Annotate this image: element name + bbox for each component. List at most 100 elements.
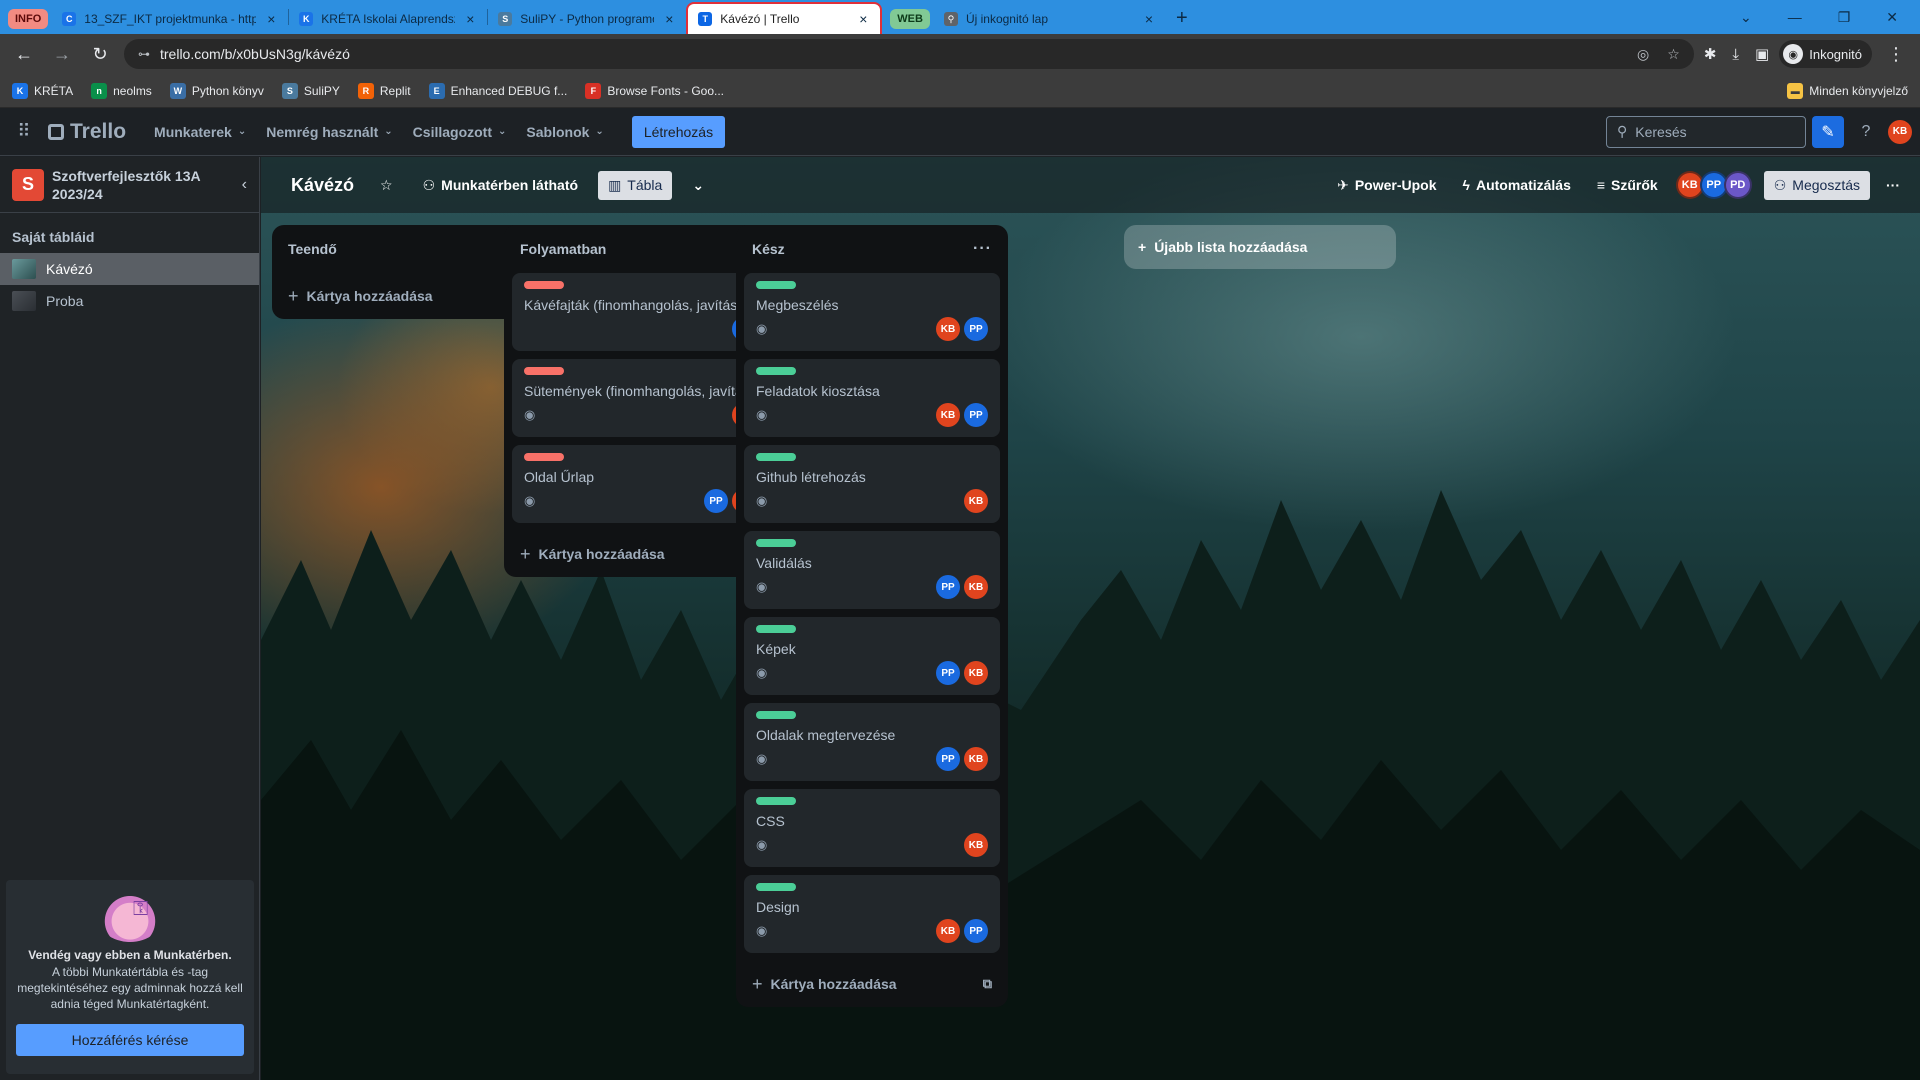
add-list-button[interactable]: + Újabb lista hozzáadása [1124, 225, 1396, 269]
add-card-button[interactable]: +Kártya hozzáadása⧉ [512, 531, 768, 577]
member-avatar[interactable]: PP [964, 919, 988, 943]
tab-close-icon[interactable]: × [1142, 11, 1156, 27]
card-label[interactable] [756, 883, 796, 891]
tab-close-icon[interactable]: × [856, 11, 870, 27]
member-avatar[interactable]: PP [964, 403, 988, 427]
tab-group-label[interactable]: INFO [8, 9, 49, 29]
collapse-sidebar-icon[interactable]: ‹ [242, 176, 247, 194]
search-input[interactable]: ⚲ Keresés [1606, 115, 1806, 148]
add-card-button[interactable]: +Kártya hozzáadása⧉ [744, 961, 1000, 1007]
bookmark-item[interactable]: R Replit [357, 82, 411, 99]
app-switcher-icon[interactable]: ⠿ [12, 121, 36, 142]
browser-tab[interactable]: K KRÉTA Iskolai Alaprendszer × [289, 4, 487, 34]
card[interactable]: Design ◉ KB PP [744, 875, 1000, 953]
forward-button[interactable]: → [48, 44, 76, 65]
bookmark-star-icon[interactable]: ☆ [1667, 46, 1680, 63]
list-title[interactable]: Kész [752, 241, 785, 257]
tab-close-icon[interactable]: × [264, 11, 278, 27]
card-label[interactable] [756, 453, 796, 461]
new-tab-button[interactable]: + [1166, 7, 1198, 34]
extensions-icon[interactable]: ✱ [1704, 45, 1717, 63]
card-label[interactable] [524, 453, 564, 461]
member-avatar[interactable]: PP [936, 747, 960, 771]
browser-tab[interactable]: S SuliPY - Python programozás ke × [488, 4, 686, 34]
list-title[interactable]: Folyamatban [520, 241, 606, 257]
side-panel-icon[interactable]: ▣ [1755, 45, 1769, 63]
member-avatar[interactable]: PD [1723, 171, 1752, 199]
tab-group-label[interactable]: WEB [890, 9, 930, 29]
request-access-button[interactable]: Hozzáférés kérése [16, 1024, 244, 1056]
member-avatar[interactable]: KB [964, 833, 988, 857]
sidebar-board-item[interactable]: Kávézó [0, 253, 259, 285]
member-avatar[interactable]: PP [936, 661, 960, 685]
site-info-icon[interactable]: ⊶ [138, 47, 150, 61]
tab-close-icon[interactable]: × [662, 11, 676, 27]
notifications-icon[interactable]: ✎ [1812, 115, 1844, 148]
eye-off-icon[interactable]: ◎ [1637, 46, 1649, 63]
member-avatar[interactable]: KB [964, 747, 988, 771]
trello-logo[interactable]: Trello [48, 120, 126, 144]
tab-search-icon[interactable]: ⌄ [1740, 9, 1752, 26]
header-menu-nemrég-használt[interactable]: Nemrég használt ⌄ [256, 116, 402, 148]
all-bookmarks[interactable]: ▬ Minden könyvjelző [1787, 82, 1908, 99]
visibility-button[interactable]: ⚇ Munkatérben látható [413, 171, 588, 200]
card[interactable]: Feladatok kiosztása ◉ KB PP [744, 359, 1000, 437]
power-ups-button[interactable]: ✈ Power-Upok [1327, 171, 1446, 200]
bookmark-item[interactable]: K KRÉTA [12, 82, 73, 99]
automation-button[interactable]: ϟ Automatizálás [1453, 171, 1581, 199]
header-menu-sablonok[interactable]: Sablonok ⌄ [516, 116, 613, 148]
card[interactable]: Sütemények (finomhangolás, javítás) ◉KB [512, 359, 768, 437]
bookmark-item[interactable]: W Python könyv [169, 82, 264, 99]
bookmark-item[interactable]: F Browse Fonts - Goo... [585, 82, 724, 99]
member-avatar[interactable]: PP [936, 575, 960, 599]
list-menu-icon[interactable]: ··· [973, 240, 992, 258]
share-button[interactable]: ⚇ Megosztás [1763, 170, 1870, 200]
card-template-icon[interactable]: ⧉ [983, 976, 992, 992]
card[interactable]: Validálás ◉ PP KB [744, 531, 1000, 609]
board-menu-icon[interactable]: ··· [1876, 171, 1910, 199]
header-menu-munkaterek[interactable]: Munkaterek ⌄ [144, 116, 256, 148]
url-input[interactable]: ⊶ trello.com/b/x0bUsN3g/kávézó ◎ ☆ [124, 39, 1694, 69]
star-board-icon[interactable]: ☆ [370, 171, 403, 200]
card[interactable]: Megbeszélés ◉ KB PP [744, 273, 1000, 351]
member-avatar[interactable]: KB [964, 661, 988, 685]
card[interactable]: Github létrehozás ◉ KB [744, 445, 1000, 523]
card[interactable]: CSS ◉ KB [744, 789, 1000, 867]
incognito-badge[interactable]: ◉ Inkognitó [1779, 40, 1872, 68]
member-avatar[interactable]: KB [936, 317, 960, 341]
card-label[interactable] [756, 281, 796, 289]
member-avatar[interactable]: KB [936, 403, 960, 427]
browser-tab[interactable]: T Kávézó | Trello × [686, 2, 883, 34]
card[interactable]: Oldalak megtervezése ◉ PP KB [744, 703, 1000, 781]
board-view-button[interactable]: ▥ Tábla [598, 170, 673, 200]
browser-menu-icon[interactable]: ⋮ [1882, 44, 1910, 65]
member-avatar[interactable]: KB [936, 919, 960, 943]
card-label[interactable] [756, 797, 796, 805]
board-title[interactable]: Kávézó [285, 171, 360, 200]
card-label[interactable] [756, 539, 796, 547]
views-dropdown-icon[interactable]: ⌄ [682, 171, 714, 200]
browser-tab[interactable]: C 13_SZF_IKT projektmunka - http × [52, 4, 288, 34]
download-icon[interactable]: ⤓ [1732, 46, 1739, 63]
bookmark-item[interactable]: E Enhanced DEBUG f... [428, 82, 567, 99]
add-card-button[interactable]: +Kártya hozzáadása⧉ [280, 273, 536, 319]
minimize-button[interactable]: — [1788, 9, 1802, 25]
filters-button[interactable]: ≡ Szűrők [1587, 171, 1668, 199]
list-title[interactable]: Teendő [288, 241, 337, 257]
workspace-logo[interactable]: S [12, 168, 44, 201]
card[interactable]: Képek ◉ PP KB [744, 617, 1000, 695]
card[interactable]: Oldal Űrlap◉PPKB [512, 445, 768, 523]
maximize-button[interactable]: ❐ [1838, 9, 1851, 26]
create-button[interactable]: Létrehozás [631, 115, 726, 148]
member-avatar[interactable]: PP [704, 489, 728, 513]
browser-tab[interactable]: ⚲ Új inkognitó lap × [934, 4, 1166, 34]
card-label[interactable] [756, 367, 796, 375]
member-avatar[interactable]: KB [964, 489, 988, 513]
back-button[interactable]: ← [10, 44, 38, 65]
bookmark-item[interactable]: S SuliPY [281, 82, 340, 99]
close-window-button[interactable]: ✕ [1886, 9, 1898, 26]
card-label[interactable] [756, 625, 796, 633]
workspace-name[interactable]: Szoftverfejlesztők 13A 2023/24 [52, 167, 234, 203]
sidebar-board-item[interactable]: Proba [0, 285, 259, 317]
card-label[interactable] [756, 711, 796, 719]
